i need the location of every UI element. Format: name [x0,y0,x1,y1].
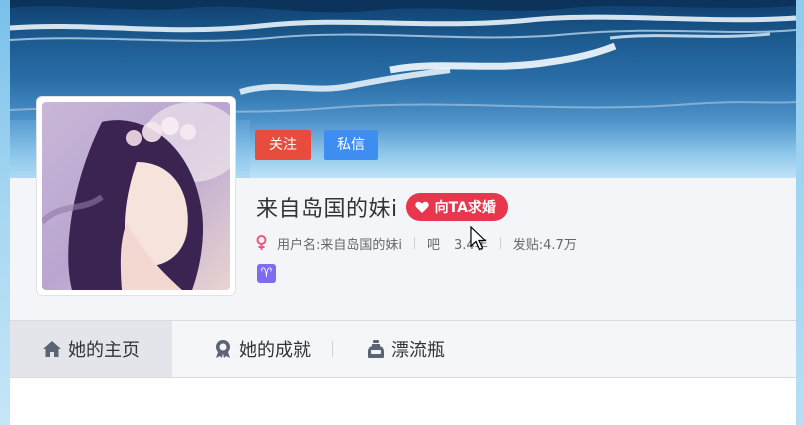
right-edge-strip [796,0,804,425]
propose-label: 向TA求婚 [434,200,496,216]
propose-button[interactable]: 向TA求婚 [405,193,508,221]
female-icon [256,235,267,251]
message-button[interactable]: 私信 [324,130,378,160]
name-row: 来自岛国的妹i 向TA求婚 [256,192,508,222]
profile-tabs: 她的主页 她的成就 漂流瓶 [10,320,796,378]
tab-divider [332,341,333,357]
left-edge-strip [0,0,10,425]
content-area [10,378,796,425]
achievement-icon [213,339,233,359]
divider [414,237,415,249]
avatar[interactable] [36,96,236,296]
tab-drift-bottle[interactable]: 漂流瓶 [356,321,456,377]
tab-her-homepage[interactable]: 她的主页 [10,321,172,377]
ba-age-label: 吧 [427,237,441,253]
tab-label: 她的成就 [239,340,311,361]
tab-label: 她的主页 [68,340,140,361]
post-count: 发贴:4.7万 [512,237,577,253]
avatar-image [42,102,230,290]
tab-her-achievements[interactable]: 她的成就 [186,321,338,377]
aries-zodiac-icon[interactable]: ♈ [257,264,276,283]
user-display-name: 来自岛国的妹i [256,197,398,222]
mouse-cursor-icon [470,225,488,256]
follow-button[interactable]: 关注 [255,130,311,160]
tab-label: 漂流瓶 [391,340,445,361]
divider [499,237,501,249]
bottle-icon [367,339,385,359]
home-icon [42,340,62,358]
anime-avatar-art [42,102,230,290]
user-info-row: 用户名:来自岛国的妹i 吧 3.4年 发贴:4.7万 [256,233,577,253]
username-text: 用户名:来自岛国的妹i [277,237,402,253]
heart-icon [414,201,429,214]
